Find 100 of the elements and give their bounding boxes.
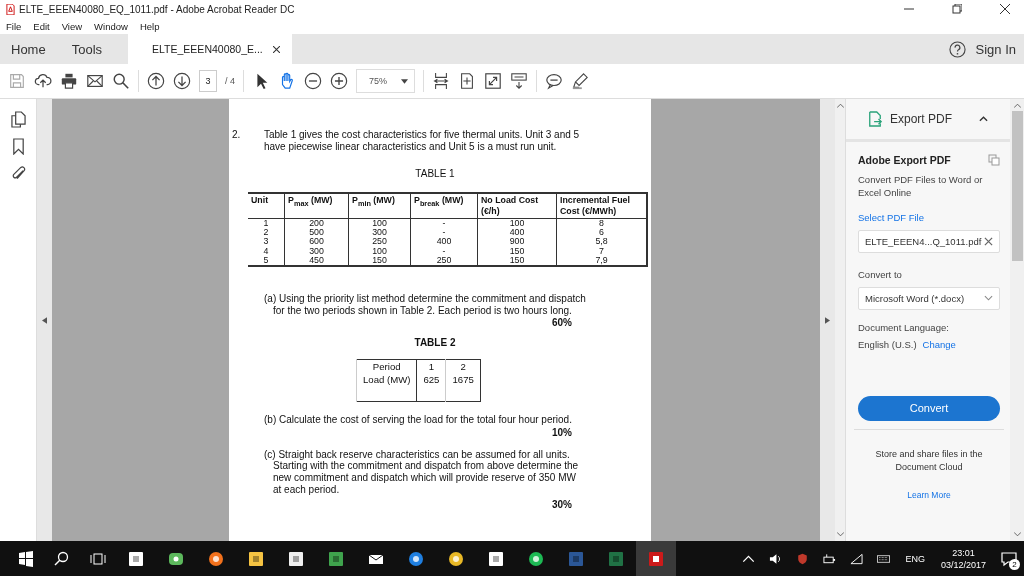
document-tab[interactable]: ELTE_EEEN40080_E...	[128, 34, 292, 64]
bookmark-icon[interactable]	[10, 138, 26, 155]
table-cell: 450	[284, 255, 349, 267]
column-header: P$_{max}$ (MW)	[284, 193, 349, 219]
sign-in-link[interactable]: Sign In	[975, 41, 1016, 57]
nav-tab[interactable]: Tools	[71, 34, 103, 64]
table-cell: 2	[445, 359, 481, 374]
menu-item[interactable]: Window	[94, 20, 128, 32]
learn-more-link[interactable]: Learn More	[907, 489, 951, 500]
scroll-up-icon[interactable]	[1013, 103, 1021, 108]
question-number: 2.	[232, 129, 242, 142]
window-title: ELTE_EEEN40080_EQ_1011.pdf - Adobe Acrobat Reader DC	[19, 3, 295, 15]
table-cell: 7,9	[556, 255, 647, 267]
print-icon[interactable]	[60, 72, 78, 90]
right-arrow-icon[interactable]	[825, 316, 830, 324]
table-cell: 250	[410, 255, 478, 267]
zoom-in-icon[interactable]	[330, 72, 348, 90]
next-page-icon[interactable]	[173, 72, 191, 90]
table-cell: Load (MW)	[356, 373, 417, 387]
page-total: / 4	[225, 76, 235, 86]
notification-button[interactable]: 2	[994, 541, 1024, 576]
speaker-icon[interactable]	[769, 552, 783, 565]
previous-page-icon[interactable]	[147, 72, 165, 90]
table-cell: 100	[477, 218, 557, 229]
cloud-text: Store and share files in the Document Cloud	[874, 447, 984, 474]
table-cell: 150	[348, 255, 411, 267]
clock[interactable]: 23:01 03/12/2017	[940, 547, 986, 570]
highlighter-icon[interactable]	[571, 72, 590, 90]
table-cell: -	[410, 228, 478, 238]
table-cell: 4	[248, 246, 285, 256]
input-language[interactable]: ENG	[905, 553, 925, 564]
battery-icon[interactable]	[823, 552, 837, 565]
help-icon[interactable]	[948, 40, 966, 58]
cloud-upload-icon[interactable]	[34, 72, 52, 90]
field-label: Document Language:	[858, 321, 950, 333]
email-icon[interactable]	[86, 72, 104, 90]
shield-icon[interactable]	[796, 552, 810, 565]
column-header: No Load Cost (€/h)	[477, 193, 557, 219]
zoom-dropdown[interactable]: 75%	[356, 69, 416, 93]
scroll-up-icon[interactable]	[836, 103, 844, 108]
notification-count: 2	[1009, 559, 1020, 570]
zoom-out-icon[interactable]	[304, 72, 322, 90]
keyboard-icon[interactable]	[877, 552, 891, 565]
export-pdf-icon	[868, 111, 882, 127]
wifi-icon[interactable]	[850, 552, 864, 565]
scroll-thumb[interactable]	[1011, 111, 1023, 261]
page-number-field[interactable]: 3	[199, 70, 217, 92]
task-view-icon[interactable]	[90, 550, 106, 567]
table-cell: 2	[248, 228, 285, 238]
file-field[interactable]: ELTE_EEEN4...Q_1011.pdf	[858, 229, 1000, 253]
menu-item[interactable]: Help	[139, 20, 160, 32]
caret-icon	[401, 78, 409, 84]
table-cell: 300	[348, 228, 411, 238]
table-cell: 8	[556, 218, 647, 229]
windows-start-icon[interactable]	[18, 550, 34, 567]
description-text: Convert PDF Files to Word or Excel Online	[858, 174, 984, 200]
table-cell: 625	[416, 373, 446, 387]
caret-up-icon[interactable]	[742, 552, 756, 565]
table-cell: 100	[348, 218, 411, 229]
comment-icon[interactable]	[545, 72, 564, 90]
scrollbar[interactable]	[1010, 99, 1024, 541]
change-link[interactable]: Change	[922, 338, 956, 350]
collapse-icon[interactable]	[979, 116, 988, 122]
question-text: Table 1 gives the cost characteristics for five thermal units. Unit 3 and 5 have piecewise linear characteristics and Unit 5 is a must run unit.	[264, 129, 581, 153]
keyboard-down-icon[interactable]	[510, 72, 529, 90]
scroll-down-icon[interactable]	[836, 532, 844, 537]
select-file-link[interactable]: Select PDF File	[858, 211, 1000, 223]
table-cell: 150	[477, 246, 557, 256]
search-icon[interactable]	[112, 72, 130, 90]
maximize-icon[interactable]	[952, 4, 962, 14]
speech-bubble-icon	[1001, 550, 1017, 567]
table-cell: 150	[477, 255, 557, 267]
clear-icon[interactable]	[984, 236, 993, 246]
fit-page-icon[interactable]	[432, 72, 451, 90]
nav-tab[interactable]: Home	[11, 34, 46, 64]
paperclip-icon[interactable]	[10, 165, 26, 182]
language-value: English (U.S.)	[858, 338, 917, 350]
table-cell: 250	[348, 237, 411, 247]
scroll-down-icon[interactable]	[1013, 532, 1021, 537]
table-cell: 6	[556, 228, 647, 238]
close-icon[interactable]	[1000, 4, 1010, 14]
menu-item[interactable]: File	[6, 20, 22, 32]
left-arrow-icon[interactable]	[42, 316, 47, 324]
convert-button[interactable]: Convert	[858, 395, 1000, 421]
table-title: TABLE 2	[413, 337, 457, 349]
mark-weight: 30%	[552, 499, 572, 511]
table-cell: 5,8	[556, 237, 647, 247]
table-cell: 100	[348, 246, 411, 256]
format-dropdown[interactable]: Microsoft Word (*.docx)	[858, 286, 1000, 310]
close-icon[interactable]	[272, 45, 280, 53]
table-cell: 500	[284, 228, 349, 238]
section-title: Adobe Export PDF	[858, 154, 951, 166]
full-screen-icon[interactable]	[484, 72, 503, 90]
menu-item[interactable]: View	[61, 20, 83, 32]
search-icon[interactable]	[54, 550, 70, 567]
table-cell: 7	[556, 246, 647, 256]
table-cell: 400	[477, 228, 557, 238]
table-title: TABLE 1	[414, 168, 456, 181]
pages-icon[interactable]	[10, 111, 26, 128]
menu-item[interactable]: Edit	[33, 20, 50, 32]
